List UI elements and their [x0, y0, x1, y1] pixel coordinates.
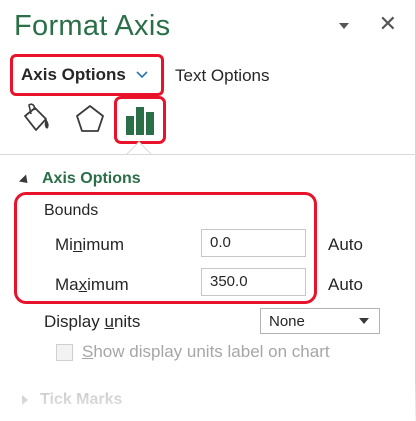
pentagon-icon: [76, 105, 104, 132]
pane-options-dropdown-icon[interactable]: [338, 23, 349, 29]
show-units-label-checkbox[interactable]: [56, 343, 73, 361]
format-axis-pane: Format Axis ✕ Axis Options Text Options: [0, 0, 416, 421]
minimum-input[interactable]: 0.0: [201, 229, 306, 257]
show-units-label-accel: S: [82, 342, 94, 361]
axis-options-tab-label: Axis Options: [21, 65, 126, 84]
display-units-select[interactable]: None: [260, 308, 380, 334]
chevron-down-icon: [136, 71, 148, 79]
minimum-label-pre: Mi: [55, 235, 73, 254]
display-units-label-accel: u: [104, 312, 114, 331]
display-units-value: None: [269, 312, 305, 330]
display-units-label: Display units: [44, 312, 140, 332]
show-units-label-row[interactable]: Show display units label on chart: [56, 342, 330, 362]
maximum-label-accel: x: [78, 275, 88, 294]
expanded-triangle-icon: [18, 173, 32, 187]
pane-title: Format Axis: [14, 10, 171, 42]
show-units-label-post: how display units label on chart: [93, 342, 330, 361]
minimum-label: Minimum: [55, 235, 124, 255]
maximum-auto-button[interactable]: Auto: [328, 275, 363, 295]
bounds-label: Bounds: [44, 202, 99, 219]
fill-line-button[interactable]: [16, 100, 56, 138]
maximum-input[interactable]: 350.0: [201, 268, 306, 296]
close-icon[interactable]: ✕: [379, 13, 397, 35]
display-units-label-pre: Display: [44, 312, 105, 331]
tick-marks-section-title: Tick Marks: [40, 391, 123, 408]
display-units-label-post: nits: [113, 312, 141, 331]
paint-bucket-icon: [24, 103, 49, 131]
maximum-label-post: imum: [87, 275, 129, 294]
pane-tools: ✕: [338, 13, 397, 35]
axis-options-tab[interactable]: Axis Options: [10, 54, 164, 96]
show-units-label-text: Show display units label on chart: [82, 342, 330, 362]
maximum-label-pre: Ma: [55, 275, 79, 294]
divider: [0, 154, 416, 155]
minimum-auto-button[interactable]: Auto: [328, 235, 363, 255]
effects-button[interactable]: [70, 100, 110, 138]
maximum-label: Maximum: [55, 275, 129, 295]
text-options-tab[interactable]: Text Options: [175, 66, 270, 86]
bar-chart-icon: [126, 107, 154, 135]
axis-options-icon-button[interactable]: [114, 96, 166, 144]
tick-marks-section-header[interactable]: Tick Marks: [22, 391, 122, 409]
axis-options-section-header[interactable]: Axis Options: [18, 170, 141, 188]
minimum-label-post: imum: [82, 235, 124, 254]
collapsed-triangle-icon: [22, 395, 28, 405]
axis-options-section-title: Axis Options: [42, 170, 141, 187]
minimum-label-accel: n: [72, 235, 83, 254]
dropdown-arrow-icon: [359, 318, 369, 324]
